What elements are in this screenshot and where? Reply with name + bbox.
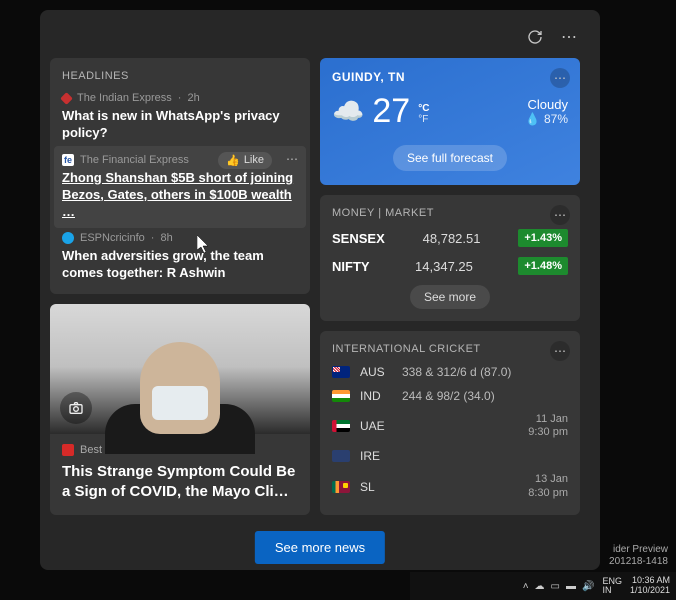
watermark: ider Preview 201218-1418 (609, 544, 668, 568)
thumbs-up-icon: 👍 (226, 154, 240, 167)
volume-icon[interactable]: 🔊 (582, 581, 594, 592)
cricket-row[interactable]: AUS 338 & 312/6 d (87.0) (332, 365, 568, 379)
match-time: 9:30 pm (528, 426, 568, 439)
card-more-icon[interactable]: ⋯ (550, 205, 570, 225)
cricket-row[interactable]: IRE (332, 449, 568, 463)
see-forecast-button[interactable]: See full forecast (393, 145, 507, 171)
team-code: UAE (360, 419, 392, 433)
droplet-icon: 💧 (525, 112, 540, 126)
chevron-up-icon[interactable]: ˄ (523, 581, 529, 592)
cricket-row[interactable]: IND 244 & 98/2 (34.0) (332, 389, 568, 403)
flag-icon (332, 481, 350, 493)
team-code: AUS (360, 365, 392, 379)
cricket-title: INTERNATIONAL CRICKET (332, 343, 568, 355)
clock[interactable]: 10:36 AM1/10/2021 (630, 576, 670, 596)
battery-icon[interactable]: ▬ (566, 581, 576, 592)
index-value: 14,347.25 (415, 259, 473, 274)
cricket-row[interactable]: SL 13 Jan 8:30 pm (332, 473, 568, 499)
panel-more-icon[interactable]: ⋯ (558, 26, 580, 48)
network-icon[interactable]: ▭ (551, 581, 560, 592)
taskbar[interactable]: ˄ ☁ ▭ ▬ 🔊 ENGIN 10:36 AM1/10/2021 (410, 572, 676, 600)
market-card: ⋯ MONEY | MARKET SENSEX 48,782.51 +1.43%… (320, 195, 580, 321)
photo-news-card[interactable]: Best Life This Strange Symptom Could Be … (50, 304, 310, 515)
cricket-card: ⋯ INTERNATIONAL CRICKET AUS 338 & 312/6 … (320, 331, 580, 515)
team-code: IRE (360, 449, 392, 463)
index-name: SENSEX (332, 231, 385, 246)
headlines-card: HEADLINES The Indian Express · 2h What i… (50, 58, 310, 294)
weather-temp: 27 (372, 92, 410, 131)
match-time: 8:30 pm (528, 487, 568, 500)
source-icon (62, 232, 74, 244)
flag-icon (332, 366, 350, 378)
source-icon (60, 92, 73, 105)
camera-icon (60, 392, 92, 424)
unit-celsius[interactable]: °C (418, 103, 429, 114)
headlines-title: HEADLINES (62, 70, 298, 82)
team-code: IND (360, 389, 392, 403)
match-date: 13 Jan (528, 473, 568, 486)
weather-humidity: 87% (544, 112, 568, 126)
team-score: 338 & 312/6 d (87.0) (402, 365, 511, 379)
weather-card[interactable]: ⋯ GUINDY, TN ☁️ 27 °C °F Cloudy 💧 87% (320, 58, 580, 185)
news-age: 8h (160, 232, 172, 244)
market-row[interactable]: SENSEX 48,782.51 +1.43% (332, 229, 568, 247)
index-value: 48,782.51 (423, 231, 481, 246)
match-date: 11 Jan (528, 413, 568, 426)
like-button[interactable]: 👍 Like (218, 152, 272, 169)
index-change: +1.48% (518, 257, 568, 275)
onedrive-icon[interactable]: ☁ (535, 581, 545, 592)
cricket-row[interactable]: UAE 11 Jan 9:30 pm (332, 413, 568, 439)
refresh-icon[interactable] (524, 26, 546, 48)
team-score: 244 & 98/2 (34.0) (402, 389, 495, 403)
source-name: The Financial Express (80, 154, 189, 166)
flag-icon (332, 390, 350, 402)
news-image (50, 304, 310, 434)
cloud-icon: ☁️ (332, 96, 364, 127)
news-item[interactable]: The Indian Express · 2h What is new in W… (62, 92, 298, 142)
index-name: NIFTY (332, 259, 370, 274)
item-more-icon[interactable]: ⋯ (286, 152, 298, 166)
card-more-icon[interactable]: ⋯ (550, 341, 570, 361)
weather-condition: Cloudy (525, 97, 568, 112)
source-name: ESPNcricinfo (80, 232, 145, 244)
card-more-icon[interactable]: ⋯ (550, 68, 570, 88)
market-title: MONEY | MARKET (332, 207, 568, 219)
news-headline: When adversities grow, the team comes to… (62, 248, 298, 282)
market-row[interactable]: NIFTY 14,347.25 +1.48% (332, 257, 568, 275)
news-headline: This Strange Symptom Could Be a Sign of … (62, 462, 298, 501)
flag-icon (332, 420, 350, 432)
news-item[interactable]: ESPNcricinfo · 8h When adversities grow,… (62, 232, 298, 282)
news-headline: Zhong Shanshan $5B short of joining Bezo… (62, 170, 298, 221)
source-name: The Indian Express (77, 92, 172, 104)
news-item[interactable]: fe The Financial Express 👍 Like ⋯ Zhong … (54, 146, 306, 229)
source-icon: fe (62, 154, 74, 166)
news-headline: What is new in WhatsApp's privacy policy… (62, 108, 298, 142)
unit-fahrenheit[interactable]: °F (418, 114, 429, 125)
flag-icon (332, 450, 350, 462)
index-change: +1.43% (518, 229, 568, 247)
see-more-news-button[interactable]: See more news (255, 531, 385, 564)
weather-location: GUINDY, TN (332, 70, 568, 84)
news-age: 2h (187, 92, 199, 104)
language-indicator[interactable]: ENGIN (602, 577, 622, 595)
team-code: SL (360, 480, 392, 494)
see-more-button[interactable]: See more (410, 285, 490, 309)
source-icon (62, 444, 74, 456)
